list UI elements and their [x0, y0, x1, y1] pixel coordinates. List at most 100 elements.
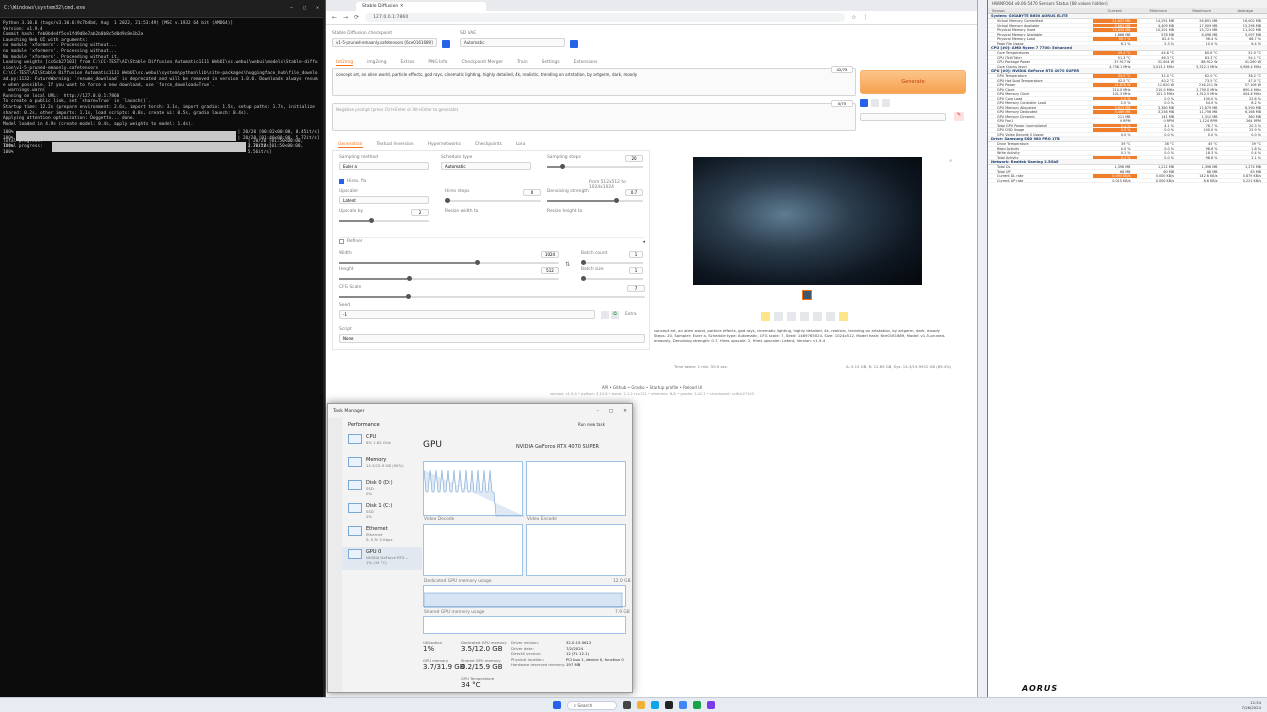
graph-copy [526, 461, 626, 516]
sensor-value: 15,298 MB [1242, 23, 1261, 28]
extensions-icon[interactable]: ⋮ [862, 14, 868, 21]
tm-item-disk-0-d-[interactable]: Disk 0 (D:) SSD 0% [342, 478, 422, 501]
sensor-value: 0.4 % [1251, 151, 1261, 155]
checkpoint-select[interactable]: v1-5-pruned-emaonly.safetensors [6ce0161… [332, 38, 437, 47]
cfg-slider[interactable] [339, 294, 645, 299]
resize-height: Resize height to [547, 209, 583, 214]
url-input[interactable]: 127.0.0.1:7860 [365, 13, 846, 22]
refresh-vae-icon[interactable] [570, 40, 578, 48]
zip-icon[interactable] [787, 312, 796, 321]
dice-icon[interactable] [601, 311, 609, 319]
star-favorite-icon[interactable] [839, 312, 848, 321]
refiner-checkbox[interactable] [339, 239, 344, 244]
subtab-lora[interactable]: Lora [516, 142, 526, 148]
resize-width: Resize width to [445, 209, 479, 214]
send-inpaint-icon[interactable] [813, 312, 822, 321]
close-image-icon[interactable]: ✕ [949, 158, 952, 163]
start-icon[interactable] [552, 701, 561, 709]
subtab-hypernetworks[interactable]: Hypernetworks [428, 142, 461, 148]
browser-tab[interactable]: Stable Diffusion ✕ [356, 2, 486, 11]
trash-icon[interactable] [871, 99, 879, 107]
maximize-icon[interactable]: □ [609, 409, 613, 414]
hwinfo-titlebar[interactable]: HWiNFO64 v8.06-5470 Sensors Status [68 v… [988, 0, 1267, 8]
tab-extensions[interactable]: Extensions [574, 60, 598, 66]
subtab-checkpoints[interactable]: Checkpoints [475, 142, 502, 148]
swap-dimensions-icon[interactable]: ⇅ [565, 261, 573, 269]
file-explorer-icon[interactable] [636, 701, 645, 709]
upscaler-select[interactable]: Latent [339, 196, 429, 204]
tab-img2img[interactable]: img2img [367, 60, 386, 66]
schedule-select[interactable]: Automatic [441, 162, 531, 170]
tab-png-info[interactable]: PNG Info [428, 60, 447, 66]
styles-select[interactable] [860, 113, 946, 121]
generated-image[interactable] [693, 157, 922, 285]
generate-button[interactable]: Generate [860, 70, 966, 94]
close-icon[interactable]: ✕ [623, 409, 627, 414]
width-slider[interactable] [339, 260, 559, 265]
save-icon[interactable] [774, 312, 783, 321]
clock[interactable]: 12:34 7/26/2024 [1242, 700, 1261, 710]
tm-item-disk-1-c-[interactable]: Disk 1 (C:) SSD 2% [342, 501, 422, 524]
tab-checkpoint-merger[interactable]: Checkpoint Merger [461, 60, 503, 66]
sampling-method-select[interactable]: Euler a [339, 162, 429, 170]
thumbnail[interactable] [802, 290, 812, 300]
star-icon[interactable]: ☆ [851, 14, 856, 21]
subtab-generation[interactable]: Generation [338, 142, 363, 148]
edit-style-icon[interactable]: ✎ [954, 112, 964, 121]
refresh-checkpoint-icon[interactable] [442, 40, 450, 48]
tm-item-memory[interactable]: Memory 14.3/15.9 GB (90%) [342, 455, 422, 478]
send-extras-icon[interactable] [826, 312, 835, 321]
edge-icon[interactable] [650, 701, 659, 709]
sensor-value: 54.0 % [1205, 101, 1218, 105]
style-edit-icon[interactable] [882, 99, 890, 107]
hwinfo-taskbar-icon[interactable] [706, 701, 715, 709]
forward-icon[interactable]: → [343, 14, 348, 21]
close-icon[interactable]: ✕ [316, 5, 319, 12]
collapse-icon[interactable]: ◂ [642, 239, 645, 245]
refiner-row[interactable]: Refiner ◂ [339, 237, 645, 245]
steps-input[interactable]: 20 [625, 155, 643, 162]
tm-item-ethernet[interactable]: Ethernet Ethernet S: 0 R: 0 Kbps [342, 524, 422, 547]
hires-checkbox[interactable] [339, 179, 344, 184]
minimize-icon[interactable]: – [290, 5, 293, 12]
tm-item-cpu[interactable]: CPU 6% 1.82 GHz [342, 432, 422, 455]
script-select[interactable]: None [339, 334, 645, 343]
mini-graph [348, 457, 362, 467]
terminal-line: Startup time: 12.2s (prepare environment… [3, 104, 318, 116]
negative-prompt-textarea[interactable]: Negative prompt (press Ctrl+Enter or Alt… [332, 103, 856, 131]
hwinfo-row[interactable]: Current UP rate 0.015 KB/s 0.000 KB/s 8.6 K… [988, 179, 1267, 183]
hires-toggle[interactable]: Hires. fix [339, 179, 366, 184]
task-view-icon[interactable] [622, 701, 631, 709]
steps-slider[interactable] [547, 164, 643, 169]
tab-extras[interactable]: Extras [401, 60, 415, 66]
recycle-icon[interactable]: ♻ [611, 311, 619, 319]
run-new-task-button[interactable]: Run new task [578, 422, 605, 427]
terminal-titlebar[interactable]: C:\Windows\system32\cmd.exe – □ ✕ [0, 0, 323, 18]
seed-input[interactable]: -1 [339, 310, 595, 319]
taskbar-search[interactable]: ⌕ Search [566, 700, 617, 710]
tab-txt2img[interactable]: txt2img [336, 60, 354, 66]
tab-settings[interactable]: Settings [542, 60, 560, 66]
height-slider[interactable] [339, 276, 559, 281]
terminal-taskbar-icon[interactable] [664, 701, 673, 709]
reload-icon[interactable]: ⟳ [354, 14, 359, 21]
send-img2img-icon[interactable] [800, 312, 809, 321]
tm-item-gpu-0[interactable]: GPU 0 NVIDIA GeForce RTX... 1% (34 °C) [342, 547, 422, 570]
extra-toggle[interactable]: Extra [625, 312, 637, 317]
task-manager-window[interactable]: Task Manager – □ ✕ Performance Run new tas… [327, 403, 633, 693]
task-manager-taskbar-icon[interactable] [692, 701, 701, 709]
tm-titlebar[interactable]: Task Manager – □ ✕ [328, 404, 632, 418]
tab-train[interactable]: Train [517, 60, 528, 66]
terminal-window[interactable]: C:\Windows\system32\cmd.exe – □ ✕ Python 3… [0, 0, 323, 697]
maximize-icon[interactable]: □ [303, 5, 306, 12]
footer-links[interactable]: API • Github • Gradio • Startup profile … [326, 385, 978, 390]
prompt-textarea[interactable]: concept art, an alien world, particle ef… [332, 68, 856, 96]
chrome-icon[interactable] [678, 701, 687, 709]
folder-icon[interactable] [761, 312, 770, 321]
vae-select[interactable]: Automatic [460, 38, 565, 47]
subtab-textual-inversion[interactable]: Textual Inversion [377, 142, 414, 148]
hwinfo-window[interactable]: HWiNFO64 v8.06-5470 Sensors Status [68 v… [987, 0, 1267, 697]
minimize-icon[interactable]: – [597, 409, 599, 414]
paste-icon[interactable] [860, 99, 868, 107]
back-icon[interactable]: ← [332, 14, 337, 21]
